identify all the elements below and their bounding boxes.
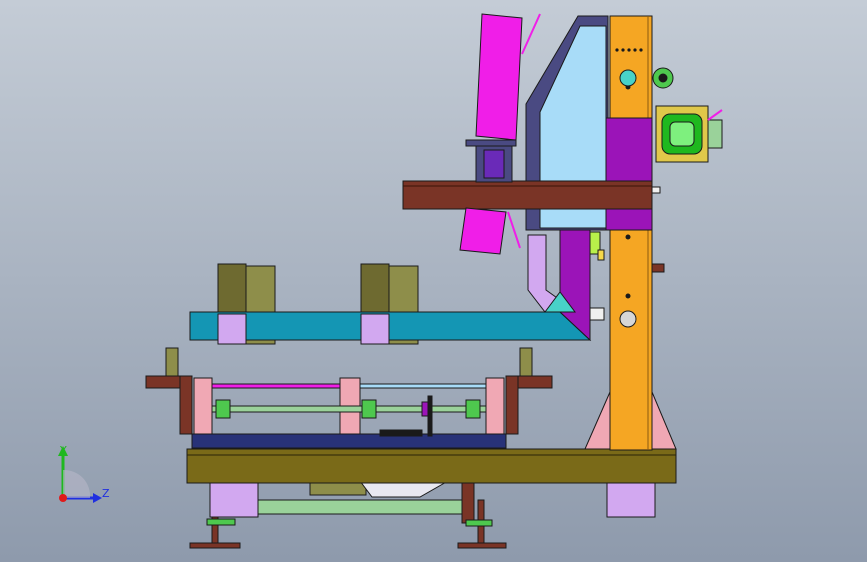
triad-origin xyxy=(59,494,67,502)
cross-beam xyxy=(402,180,653,210)
triad-z-label: Z xyxy=(102,487,110,500)
guide-rod-top-pink xyxy=(211,383,341,389)
column-hole-1 xyxy=(625,234,631,240)
purple-box-lower xyxy=(605,207,653,231)
column-side-tab-2 xyxy=(651,186,661,194)
tilted-arm-lower xyxy=(459,207,507,255)
cad-viewport[interactable]: Y Z xyxy=(0,0,867,562)
guide-rod-top-blue xyxy=(359,383,487,389)
left-bracket-post xyxy=(165,347,179,377)
column-hole-2 xyxy=(625,293,631,299)
right-leg xyxy=(461,480,475,524)
base-beam xyxy=(186,448,677,484)
coupling-3 xyxy=(465,399,481,419)
column-sensor xyxy=(619,69,637,87)
clamp-1 xyxy=(217,313,247,345)
triad-y-label: Y xyxy=(59,444,67,457)
motor-face-inner xyxy=(669,121,695,147)
small-plate xyxy=(589,307,605,321)
cad-drawing[interactable]: Y Z xyxy=(0,0,867,562)
left-foot-block xyxy=(209,480,259,518)
coupling-2 xyxy=(361,399,377,419)
conveyor-beam xyxy=(189,311,592,341)
left-foot-nut xyxy=(206,518,236,526)
mechanism-base-plate xyxy=(191,433,507,449)
right-bracket-post xyxy=(519,347,533,377)
tilted-arm-upper xyxy=(475,13,523,141)
coupling-1 xyxy=(215,399,231,419)
arm-clamp-ring xyxy=(465,139,517,147)
right-foot-pad xyxy=(457,542,507,549)
clamp-2 xyxy=(360,313,390,345)
drive-shaft xyxy=(211,405,487,413)
disc xyxy=(427,395,433,437)
bearing-block-right xyxy=(485,377,505,435)
column-side-tab xyxy=(651,263,665,273)
slider xyxy=(379,429,423,437)
left-bracket-plate xyxy=(179,375,193,435)
left-foot-pad xyxy=(189,542,241,549)
motor-pulley-inner xyxy=(658,73,668,83)
arm-clamp-inner xyxy=(483,149,505,179)
bearing-block-left xyxy=(193,377,213,435)
purple-box-upper xyxy=(605,117,653,183)
right-foot-nut xyxy=(465,519,493,527)
column-round-port xyxy=(619,310,637,328)
right-foot-block xyxy=(606,480,656,518)
motor-end-cap xyxy=(707,119,723,149)
bottom-crossbar xyxy=(257,499,464,515)
side-sensor-tip xyxy=(597,249,605,261)
right-bracket-plate xyxy=(505,375,519,435)
